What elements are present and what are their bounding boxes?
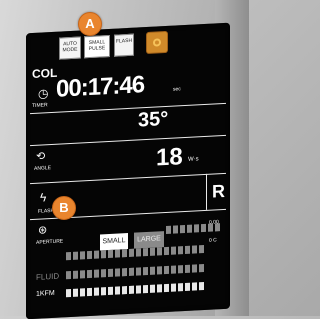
timer-label: TIMER [32, 102, 48, 110]
lcd-screen: AUTO MODE SMALL PULSE FLASH COL ◷ TIMER … [26, 22, 230, 319]
timer-value: 00:17:46 [56, 71, 145, 103]
fluid-label: FLUID [36, 271, 60, 282]
small-size-button[interactable]: SMALL [100, 233, 128, 251]
angle-unit: W·s [188, 156, 199, 163]
divider-3 [30, 172, 226, 185]
flash-mode-button[interactable]: FLASH [114, 33, 134, 57]
fluid-level-bars [66, 264, 204, 280]
auto-mode-label: AUTO MODE [62, 40, 78, 54]
record-icon[interactable] [146, 30, 168, 55]
angle-label: ANGLE [34, 165, 51, 172]
flash-mode-label: FLASH [115, 37, 133, 45]
divider-1 [30, 102, 226, 115]
callout-badge-b: B [52, 196, 76, 220]
aperture-label: APERTURE [36, 238, 64, 246]
rotation-value: 35° [138, 107, 169, 132]
callout-badge-a: A [78, 12, 102, 36]
flash-icon: ϟ [40, 190, 47, 205]
small-pulse-button[interactable]: SMALL PULSE [84, 34, 110, 59]
aperture-icon: ⊛ [38, 224, 48, 237]
large-size-button[interactable]: LARGE [134, 231, 164, 249]
kfm-label: 1KFM [36, 289, 55, 298]
small-pulse-label: SMALL PULSE [88, 39, 106, 53]
kfm-level-bars [66, 282, 204, 298]
col-label: COL [32, 65, 58, 82]
timer-unit: sec [173, 86, 181, 93]
right-label-bottom: 0 C [209, 237, 217, 244]
angle-icon: ⟲ [36, 150, 46, 163]
timer-icon: ◷ [38, 86, 49, 101]
angle-value: 18 [156, 143, 183, 172]
side-divider [206, 173, 207, 210]
side-label: R [212, 180, 225, 202]
auto-mode-button[interactable]: AUTO MODE [59, 36, 81, 60]
right-label-top: 0.00 [209, 219, 219, 226]
divider-2 [30, 134, 226, 147]
